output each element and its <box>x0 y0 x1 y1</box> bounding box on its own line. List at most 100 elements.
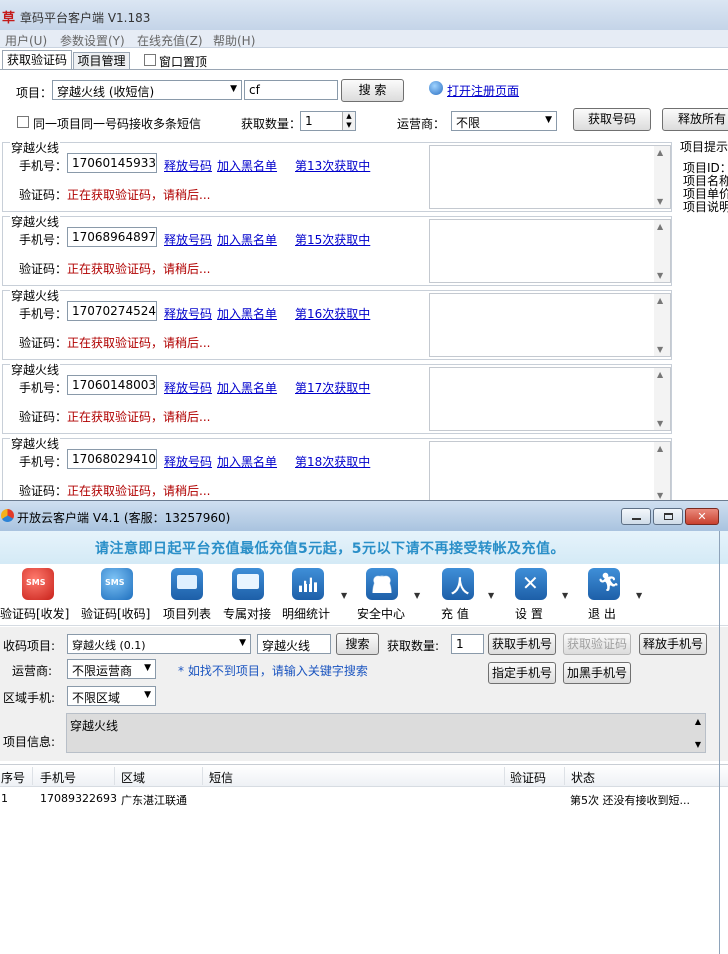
assign-phone-button[interactable]: 指定手机号 <box>488 662 556 684</box>
chevron-down-icon[interactable]: ▼ <box>414 591 420 600</box>
scrollbar[interactable]: ▲ ▼ <box>654 368 670 430</box>
attempt-status-link[interactable]: 第17次获取中 <box>295 379 370 396</box>
scroll-down-icon[interactable]: ▼ <box>657 345 663 354</box>
chevron-down-icon[interactable]: ▼ <box>488 591 494 600</box>
scroll-down-icon[interactable]: ▼ <box>657 419 663 428</box>
scrollbar[interactable]: ▲ ▼ <box>654 220 670 282</box>
menu-settings[interactable]: 参数设置(Y) <box>60 32 125 49</box>
attempt-status-link[interactable]: 第16次获取中 <box>295 305 370 322</box>
release-all-button[interactable]: 释放所有 <box>662 108 728 131</box>
scroll-up-icon[interactable]: ▲ <box>657 444 663 453</box>
col-header[interactable]: 状态 <box>571 769 595 786</box>
toolbar-label[interactable]: 充 值 <box>441 605 469 622</box>
attempt-status-link[interactable]: 第18次获取中 <box>295 453 370 470</box>
scrollbar[interactable]: ▲ ▼ <box>654 146 670 208</box>
tools-icon[interactable]: ✕ <box>515 568 547 600</box>
attempt-status-link[interactable]: 第15次获取中 <box>295 231 370 248</box>
release-phone-button[interactable]: 释放手机号 <box>639 633 707 655</box>
project-select[interactable]: 穿越火线 (0.1) ▼ <box>67 634 251 654</box>
release-number-link[interactable]: 释放号码 <box>164 231 212 248</box>
add-blacklist-link[interactable]: 加入黑名单 <box>217 379 277 396</box>
project-search-input[interactable]: 穿越火线 <box>257 634 331 654</box>
toolbar-label[interactable]: 验证码[收码] <box>81 605 150 622</box>
scroll-up-icon[interactable]: ▲ <box>657 370 663 379</box>
region-select[interactable]: 不限区域 ▼ <box>67 686 156 706</box>
search-button[interactable]: 搜 索 <box>341 79 404 102</box>
menu-recharge[interactable]: 在线充值(Z) <box>137 32 203 49</box>
slot-sms-memo[interactable]: ▲ ▼ <box>429 293 671 357</box>
scrollbar[interactable]: ▲ ▼ <box>654 294 670 356</box>
slot-sms-memo[interactable]: ▲ ▼ <box>429 219 671 283</box>
scroll-down-icon[interactable]: ▼ <box>657 491 663 500</box>
chevron-down-icon[interactable]: ▼ <box>562 591 568 600</box>
operator-select[interactable]: 不限 ▼ <box>451 111 557 131</box>
project-select[interactable]: 穿越火线 (收短信) ▼ <box>52 80 242 100</box>
toolbar-label[interactable]: 安全中心 <box>357 605 405 622</box>
toolbar-label[interactable]: 项目列表 <box>163 605 211 622</box>
tab-get-code[interactable]: 获取验证码 <box>2 50 72 70</box>
add-blacklist-link[interactable]: 加入黑名单 <box>217 157 277 174</box>
col-header[interactable]: 序号 <box>1 769 25 786</box>
scroll-down-icon[interactable]: ▼ <box>657 271 663 280</box>
add-blacklist-link[interactable]: 加入黑名单 <box>217 305 277 322</box>
minimize-button[interactable] <box>621 508 651 525</box>
bar-chart-icon[interactable] <box>292 568 324 600</box>
recharge-icon[interactable]: 人 <box>442 568 474 600</box>
sms-red-icon[interactable]: SMS <box>22 568 54 600</box>
count-stepper[interactable]: 1 ▲ ▼ <box>300 111 356 131</box>
col-header[interactable]: 短信 <box>209 769 233 786</box>
count-input[interactable]: 1 <box>451 634 484 654</box>
sms-blue-icon[interactable]: SMS <box>101 568 133 600</box>
release-number-link[interactable]: 释放号码 <box>164 379 212 396</box>
search-button[interactable]: 搜索 <box>336 633 379 655</box>
slot-phone-input[interactable]: 17060145933 <box>67 153 157 173</box>
toolbar-label[interactable]: 退 出 <box>588 605 616 622</box>
menu-user[interactable]: 用户(U) <box>5 32 47 49</box>
scroll-up-icon[interactable]: ▲ <box>657 148 663 157</box>
slot-phone-input[interactable]: 17068029410 <box>67 449 157 469</box>
slot-phone-input[interactable]: 17068964897 <box>67 227 157 247</box>
operator-select[interactable]: 不限运营商 ▼ <box>67 659 156 679</box>
attempt-status-link[interactable]: 第13次获取中 <box>295 157 370 174</box>
scroll-up-icon[interactable]: ▲ <box>657 296 663 305</box>
col-header[interactable]: 验证码 <box>510 769 546 786</box>
scroll-up-icon[interactable]: ▲ <box>657 222 663 231</box>
project-info-memo[interactable]: 穿越火线 ▲ ▼ <box>66 713 706 753</box>
col-header[interactable]: 手机号 <box>40 769 76 786</box>
table-row[interactable]: 1 17089322693 广东湛江联通 第5次 还没有接收到短... <box>0 789 728 807</box>
blacklist-phone-button[interactable]: 加黑手机号 <box>563 662 631 684</box>
slot-sms-memo[interactable]: ▲ ▼ <box>429 145 671 209</box>
toolbar-label[interactable]: 专属对接 <box>223 605 271 622</box>
scroll-down-icon[interactable]: ▼ <box>695 740 701 749</box>
maximize-button[interactable] <box>653 508 683 525</box>
release-number-link[interactable]: 释放号码 <box>164 305 212 322</box>
chevron-down-icon[interactable]: ▼ <box>636 591 642 600</box>
register-link[interactable]: 打开注册页面 <box>447 82 519 99</box>
multi-sms-checkbox[interactable] <box>17 116 29 128</box>
add-blacklist-link[interactable]: 加入黑名单 <box>217 453 277 470</box>
slot-sms-memo[interactable]: ▲ ▼ <box>429 367 671 431</box>
window-top-checkbox[interactable] <box>144 54 156 66</box>
chevron-down-icon[interactable]: ▼ <box>341 591 347 600</box>
close-button[interactable]: ✕ <box>685 508 719 525</box>
slot-phone-input[interactable]: 17060148003 <box>67 375 157 395</box>
get-number-button[interactable]: 获取号码 <box>573 108 651 131</box>
toolbar-label[interactable]: 明细统计 <box>282 605 330 622</box>
scroll-down-icon[interactable]: ▼ <box>657 197 663 206</box>
release-number-link[interactable]: 释放号码 <box>164 157 212 174</box>
slot-sms-memo[interactable]: ▲ ▼ <box>429 441 671 503</box>
scrollbar[interactable]: ▲ ▼ <box>654 442 670 502</box>
menu-help[interactable]: 帮助(H) <box>213 32 255 49</box>
exit-icon[interactable]: 🏃︎ <box>588 568 620 600</box>
monitor-list-icon[interactable] <box>171 568 203 600</box>
slot-phone-input[interactable]: 17070274524 <box>67 301 157 321</box>
get-phone-button[interactable]: 获取手机号 <box>488 633 556 655</box>
release-number-link[interactable]: 释放号码 <box>164 453 212 470</box>
add-blacklist-link[interactable]: 加入黑名单 <box>217 231 277 248</box>
scroll-up-icon[interactable]: ▲ <box>695 717 701 726</box>
toolbar-label[interactable]: 设 置 <box>515 605 543 622</box>
col-header[interactable]: 区域 <box>121 769 145 786</box>
monitor-icon[interactable] <box>232 568 264 600</box>
users-icon[interactable] <box>366 568 398 600</box>
get-code-button[interactable]: 获取验证码 <box>563 633 631 655</box>
